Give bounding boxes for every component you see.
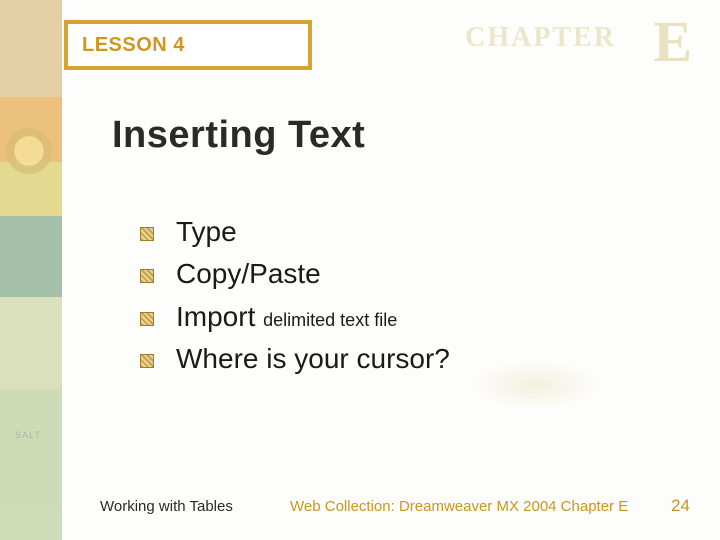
bullet-sub: delimited text file: [263, 310, 397, 330]
bullet-text: Where is your cursor?: [176, 341, 450, 377]
bullet-text: Import delimited text file: [176, 299, 397, 335]
lesson-label: LESSON 4: [82, 34, 185, 56]
bullet-main: Import: [176, 301, 255, 332]
bullet-icon: [140, 227, 154, 241]
bullet-icon: [140, 269, 154, 283]
slide: LESSON 4 CHAPTER E Inserting Text Type C…: [0, 0, 720, 540]
bullet-main: Copy/Paste: [176, 258, 321, 289]
bullet-main: Type: [176, 216, 237, 247]
chapter-word: CHAPTER: [465, 22, 616, 54]
list-item: Copy/Paste: [140, 256, 620, 292]
list-item: Where is your cursor?: [140, 341, 620, 377]
bullet-text: Type: [176, 214, 237, 250]
footer-left: Working with Tables: [100, 498, 280, 515]
bullet-main: Where is your cursor?: [176, 343, 450, 374]
bullet-list: Type Copy/Paste Import delimited text fi…: [140, 214, 620, 384]
list-item: Type: [140, 214, 620, 250]
bullet-icon: [140, 354, 154, 368]
footer-center: Web Collection: Dreamweaver MX 2004 Chap…: [280, 498, 630, 515]
chapter-letter: E: [653, 8, 692, 75]
footer: Working with Tables Web Collection: Drea…: [100, 496, 690, 516]
left-decorative-band: [0, 0, 62, 540]
bullet-icon: [140, 312, 154, 326]
page-number: 24: [630, 496, 690, 516]
list-item: Import delimited text file: [140, 299, 620, 335]
lesson-box: LESSON 4: [64, 20, 312, 70]
slide-title: Inserting Text: [112, 114, 365, 157]
bullet-text: Copy/Paste: [176, 256, 321, 292]
